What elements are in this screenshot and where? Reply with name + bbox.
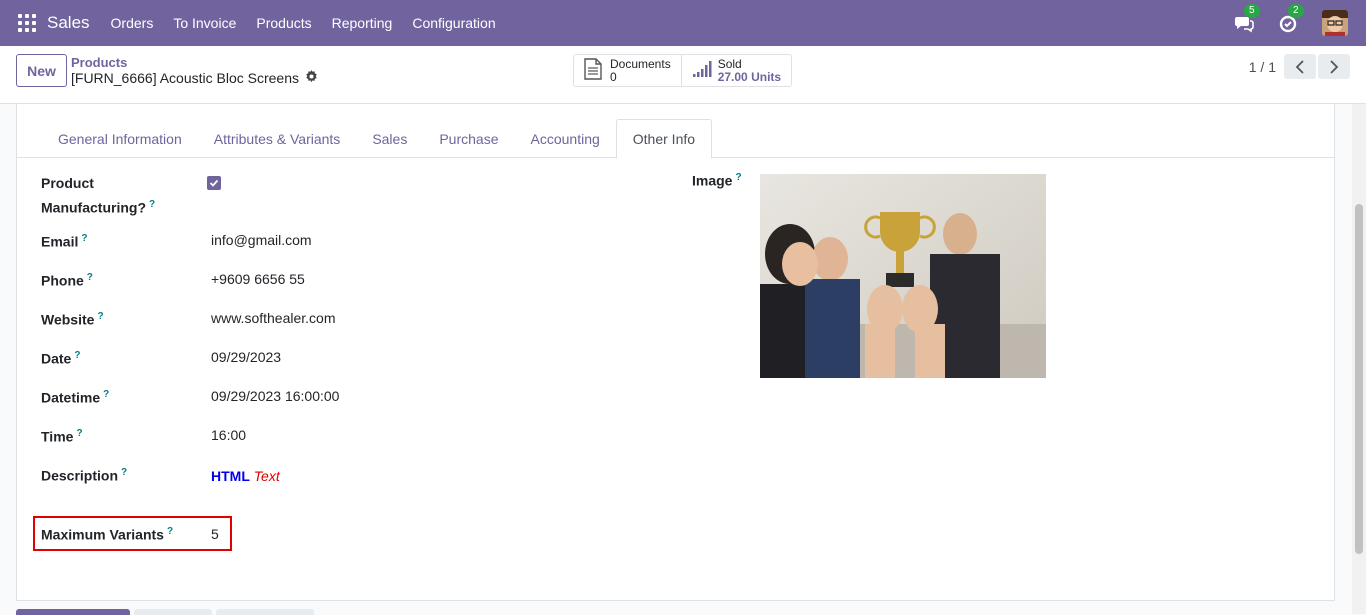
document-icon: [584, 58, 602, 83]
tab-purchase[interactable]: Purchase: [423, 119, 514, 158]
app-name[interactable]: Sales: [47, 13, 90, 33]
max-variants-field[interactable]: 5: [211, 526, 219, 542]
breadcrumb-current: [FURN_6666] Acoustic Bloc Screens: [71, 70, 318, 86]
website-label-text: Website: [41, 311, 95, 328]
pager-next-button[interactable]: [1318, 54, 1350, 79]
tab-general-information[interactable]: General Information: [42, 119, 198, 158]
documents-stat-button[interactable]: Documents 0: [574, 55, 681, 86]
control-panel: New Products [FURN_6666] Acoustic Bloc S…: [0, 46, 1366, 104]
datetime-field[interactable]: 09/29/2023 16:00:00: [211, 388, 339, 404]
tab-accounting[interactable]: Accounting: [515, 119, 616, 158]
page-scrollbar[interactable]: [1352, 104, 1366, 614]
new-button[interactable]: New: [16, 54, 67, 87]
phone-field[interactable]: +9609 6656 55: [211, 271, 305, 287]
help-icon[interactable]: ?: [103, 389, 109, 400]
sold-label: Sold: [717, 56, 742, 71]
scroll-thumb[interactable]: [1355, 204, 1363, 554]
help-icon[interactable]: ?: [87, 272, 93, 283]
systray: 5 2: [1234, 0, 1366, 46]
description-label-text: Description: [41, 467, 119, 484]
bottom-partial-buttons: [16, 609, 314, 615]
phone-label-text: Phone: [41, 272, 84, 289]
form-sheet: General Information Attributes & Variant…: [16, 104, 1335, 601]
image-label-text: Image: [692, 172, 733, 189]
manufacturing-label: Product Manufacturing??: [41, 173, 155, 219]
image-label: Image?: [692, 172, 742, 189]
check-icon: [209, 179, 219, 187]
manufacturing-label-line2: Manufacturing?: [41, 199, 146, 216]
help-icon[interactable]: ?: [81, 233, 87, 244]
activities-badge: 2: [1288, 4, 1304, 18]
breadcrumb-current-label: [FURN_6666] Acoustic Bloc Screens: [71, 70, 299, 86]
signal-bars-icon: [692, 59, 712, 82]
menu-to-invoice[interactable]: To Invoice: [173, 15, 236, 31]
help-icon[interactable]: ?: [97, 311, 103, 322]
time-label: Time?: [41, 423, 83, 448]
description-field[interactable]: HTML Text: [211, 468, 280, 484]
sold-value: 27.00 Units: [717, 69, 782, 84]
documents-label: Documents: [610, 56, 671, 71]
max-variants-label-text: Maximum Variants: [41, 526, 164, 543]
chevron-left-icon: [1295, 59, 1304, 74]
tab-other-info[interactable]: Other Info: [615, 119, 713, 159]
help-icon[interactable]: ?: [735, 172, 741, 183]
date-label: Date?: [41, 345, 80, 370]
email-label: Email?: [41, 228, 87, 253]
email-field[interactable]: info@gmail.com: [211, 232, 312, 248]
website-label: Website?: [41, 306, 104, 331]
menu-reporting[interactable]: Reporting: [332, 15, 393, 31]
email-label-text: Email: [41, 233, 79, 250]
tab-attributes-variants[interactable]: Attributes & Variants: [198, 119, 357, 158]
gear-icon[interactable]: [305, 70, 318, 86]
messages-icon[interactable]: 5: [1234, 4, 1260, 33]
bottom-button-2[interactable]: [134, 609, 212, 615]
sold-stat-button[interactable]: Sold 27.00 Units: [680, 55, 791, 86]
apps-menu-icon[interactable]: [18, 14, 36, 32]
phone-label: Phone?: [41, 267, 93, 292]
pager-previous-button[interactable]: [1284, 54, 1316, 79]
help-icon[interactable]: ?: [167, 526, 173, 537]
datetime-label-text: Datetime: [41, 389, 101, 406]
product-image[interactable]: [760, 174, 1046, 378]
date-field[interactable]: 09/29/2023: [211, 349, 281, 365]
top-navbar: Sales Orders To Invoice Products Reporti…: [0, 0, 1366, 46]
menu-products[interactable]: Products: [256, 15, 311, 31]
description-text-word: Text: [253, 468, 280, 484]
time-label-text: Time: [41, 428, 74, 445]
website-field[interactable]: www.softhealer.com: [211, 310, 336, 326]
help-icon[interactable]: ?: [149, 199, 155, 210]
manufacturing-checkbox[interactable]: [207, 176, 221, 190]
messages-badge: 5: [1244, 4, 1260, 18]
breadcrumb-products[interactable]: Products: [71, 55, 127, 70]
menu-orders[interactable]: Orders: [111, 15, 154, 31]
description-html-word: HTML: [211, 468, 250, 484]
datetime-label: Datetime?: [41, 384, 109, 409]
tab-sales[interactable]: Sales: [356, 119, 423, 158]
max-variants-label: Maximum Variants?: [41, 521, 173, 546]
documents-value: 0: [610, 69, 617, 84]
help-icon[interactable]: ?: [121, 467, 127, 478]
menu-configuration[interactable]: Configuration: [412, 15, 495, 31]
pager-buttons: [1282, 54, 1350, 79]
chevron-right-icon: [1330, 59, 1339, 74]
activities-icon[interactable]: 2: [1278, 4, 1304, 33]
pager-value[interactable]: 1 / 1: [1249, 59, 1276, 75]
notebook-tabs: General Information Attributes & Variant…: [17, 119, 1334, 159]
time-field[interactable]: 16:00: [211, 427, 246, 443]
bottom-button-1[interactable]: [16, 609, 130, 615]
stat-buttons: Documents 0 Sold 27.00 Units: [573, 54, 793, 87]
date-label-text: Date: [41, 350, 72, 367]
help-icon[interactable]: ?: [76, 428, 82, 439]
bottom-button-3[interactable]: [216, 609, 314, 615]
help-icon[interactable]: ?: [74, 350, 80, 361]
manufacturing-label-line1: Product: [41, 175, 94, 191]
user-avatar[interactable]: [1322, 10, 1348, 36]
description-label: Description?: [41, 462, 127, 487]
